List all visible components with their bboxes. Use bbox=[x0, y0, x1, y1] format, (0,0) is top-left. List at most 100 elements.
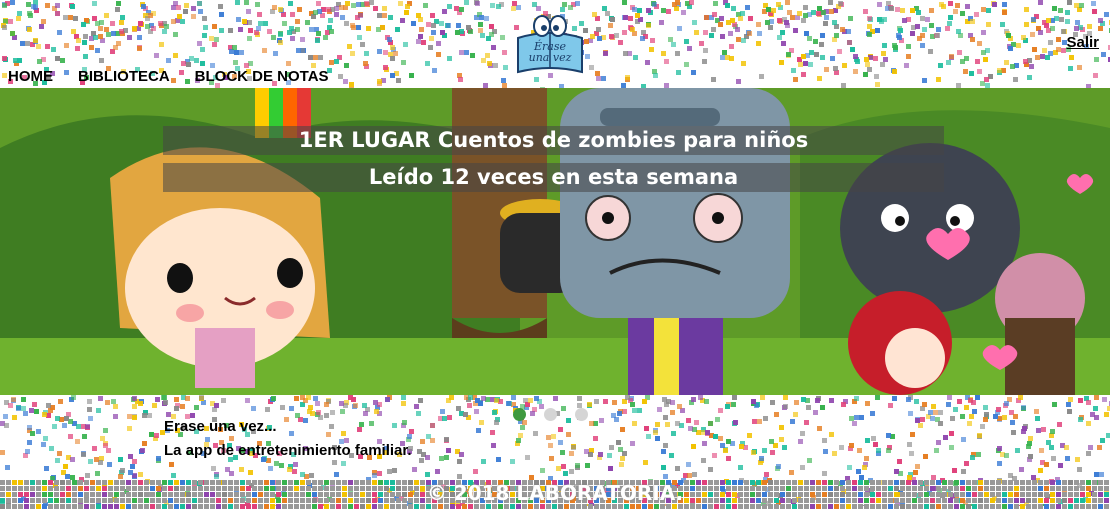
confetti-square bbox=[1035, 416, 1040, 421]
confetti-square bbox=[442, 416, 447, 421]
confetti-square bbox=[280, 405, 285, 410]
confetti-square bbox=[829, 432, 834, 437]
confetti-square bbox=[341, 461, 346, 466]
confetti-square bbox=[915, 418, 920, 423]
confetti-square bbox=[1058, 463, 1063, 468]
confetti-square bbox=[43, 436, 48, 441]
confetti-square bbox=[847, 465, 852, 470]
confetti-square bbox=[577, 396, 582, 401]
confetti-square bbox=[420, 439, 425, 444]
confetti-square bbox=[906, 397, 911, 402]
confetti-square bbox=[983, 417, 988, 422]
confetti-square bbox=[723, 448, 728, 453]
confetti-square bbox=[712, 453, 717, 458]
confetti-square bbox=[1027, 441, 1032, 446]
confetti-square bbox=[1088, 445, 1093, 450]
confetti-square bbox=[92, 446, 97, 451]
carousel-dot-1[interactable] bbox=[513, 408, 526, 421]
confetti-square bbox=[642, 399, 647, 404]
confetti-square bbox=[726, 456, 731, 461]
confetti-square bbox=[759, 456, 764, 461]
confetti-square bbox=[873, 442, 878, 447]
confetti-square bbox=[62, 423, 67, 428]
confetti-square bbox=[49, 446, 54, 451]
confetti-square bbox=[401, 401, 406, 406]
confetti-square bbox=[857, 448, 862, 453]
confetti-square bbox=[476, 428, 481, 433]
confetti-square bbox=[783, 404, 788, 409]
confetti-square bbox=[894, 469, 899, 474]
confetti-square bbox=[248, 470, 253, 475]
confetti-square bbox=[494, 420, 499, 425]
carousel-dot-3[interactable] bbox=[575, 408, 588, 421]
confetti-square bbox=[553, 396, 558, 401]
confetti-square bbox=[46, 403, 51, 408]
confetti-square bbox=[120, 468, 125, 473]
confetti-square bbox=[5, 465, 10, 470]
confetti-square bbox=[279, 463, 284, 468]
confetti-square bbox=[960, 414, 965, 419]
confetti-square bbox=[310, 411, 315, 416]
confetti-square bbox=[1064, 445, 1069, 450]
confetti-square bbox=[459, 452, 464, 457]
confetti-square bbox=[646, 434, 651, 439]
confetti-square bbox=[71, 395, 76, 400]
nav-notes[interactable]: BLOCK DE NOTAS bbox=[195, 68, 329, 85]
confetti-square bbox=[1067, 409, 1072, 414]
confetti-square bbox=[1039, 448, 1044, 453]
confetti-square bbox=[725, 404, 730, 409]
confetti-square bbox=[494, 398, 499, 403]
confetti-square bbox=[776, 464, 781, 469]
confetti-square bbox=[913, 470, 918, 475]
nav-library[interactable]: BIBLIOTECA bbox=[78, 68, 170, 85]
confetti-square bbox=[162, 395, 167, 400]
confetti-square bbox=[653, 430, 658, 435]
confetti-square bbox=[708, 467, 713, 472]
confetti-square bbox=[560, 450, 565, 455]
confetti-square bbox=[644, 426, 649, 431]
confetti-square bbox=[691, 444, 696, 449]
confetti-square bbox=[910, 432, 915, 437]
confetti-square bbox=[27, 425, 32, 430]
confetti-square bbox=[691, 397, 696, 402]
confetti-square bbox=[34, 409, 39, 414]
confetti-square bbox=[340, 409, 345, 414]
confetti-square bbox=[293, 462, 298, 467]
confetti-square bbox=[664, 402, 669, 407]
confetti-square bbox=[632, 421, 637, 426]
confetti-square bbox=[705, 430, 710, 435]
confetti-square bbox=[1021, 405, 1026, 410]
confetti-square bbox=[1094, 415, 1099, 420]
confetti-square bbox=[377, 471, 382, 476]
confetti-square bbox=[103, 428, 108, 433]
confetti-square bbox=[372, 473, 377, 478]
hero-carousel[interactable]: 1ER LUGAR Cuentos de zombies para niños … bbox=[0, 88, 1110, 395]
confetti-square bbox=[997, 446, 1002, 451]
logout-link[interactable]: Salir bbox=[1066, 34, 1099, 51]
confetti-square bbox=[950, 416, 955, 421]
confetti-square bbox=[392, 423, 397, 428]
confetti-square bbox=[174, 397, 179, 402]
carousel-caption-title: 1ER LUGAR Cuentos de zombies para niños bbox=[163, 126, 944, 155]
carousel-dot-2[interactable] bbox=[544, 408, 557, 421]
confetti-square bbox=[930, 416, 935, 421]
confetti-square bbox=[915, 464, 920, 469]
confetti-square bbox=[339, 401, 344, 406]
confetti-square bbox=[1013, 414, 1018, 419]
nav-home[interactable]: HOME bbox=[8, 68, 53, 85]
confetti-square bbox=[154, 433, 159, 438]
confetti-square bbox=[525, 455, 530, 460]
confetti-square bbox=[289, 406, 294, 411]
confetti-square bbox=[329, 424, 334, 429]
app-logo[interactable]: Érase una vez bbox=[508, 12, 592, 78]
confetti-square bbox=[300, 472, 305, 477]
confetti-square bbox=[961, 437, 966, 442]
confetti-square bbox=[414, 404, 419, 409]
confetti-square bbox=[692, 472, 697, 477]
confetti-square bbox=[132, 396, 137, 401]
confetti-square bbox=[152, 403, 157, 408]
confetti-square bbox=[609, 445, 614, 450]
confetti-square bbox=[85, 473, 90, 478]
confetti-square bbox=[908, 411, 913, 416]
confetti-square bbox=[326, 432, 331, 437]
